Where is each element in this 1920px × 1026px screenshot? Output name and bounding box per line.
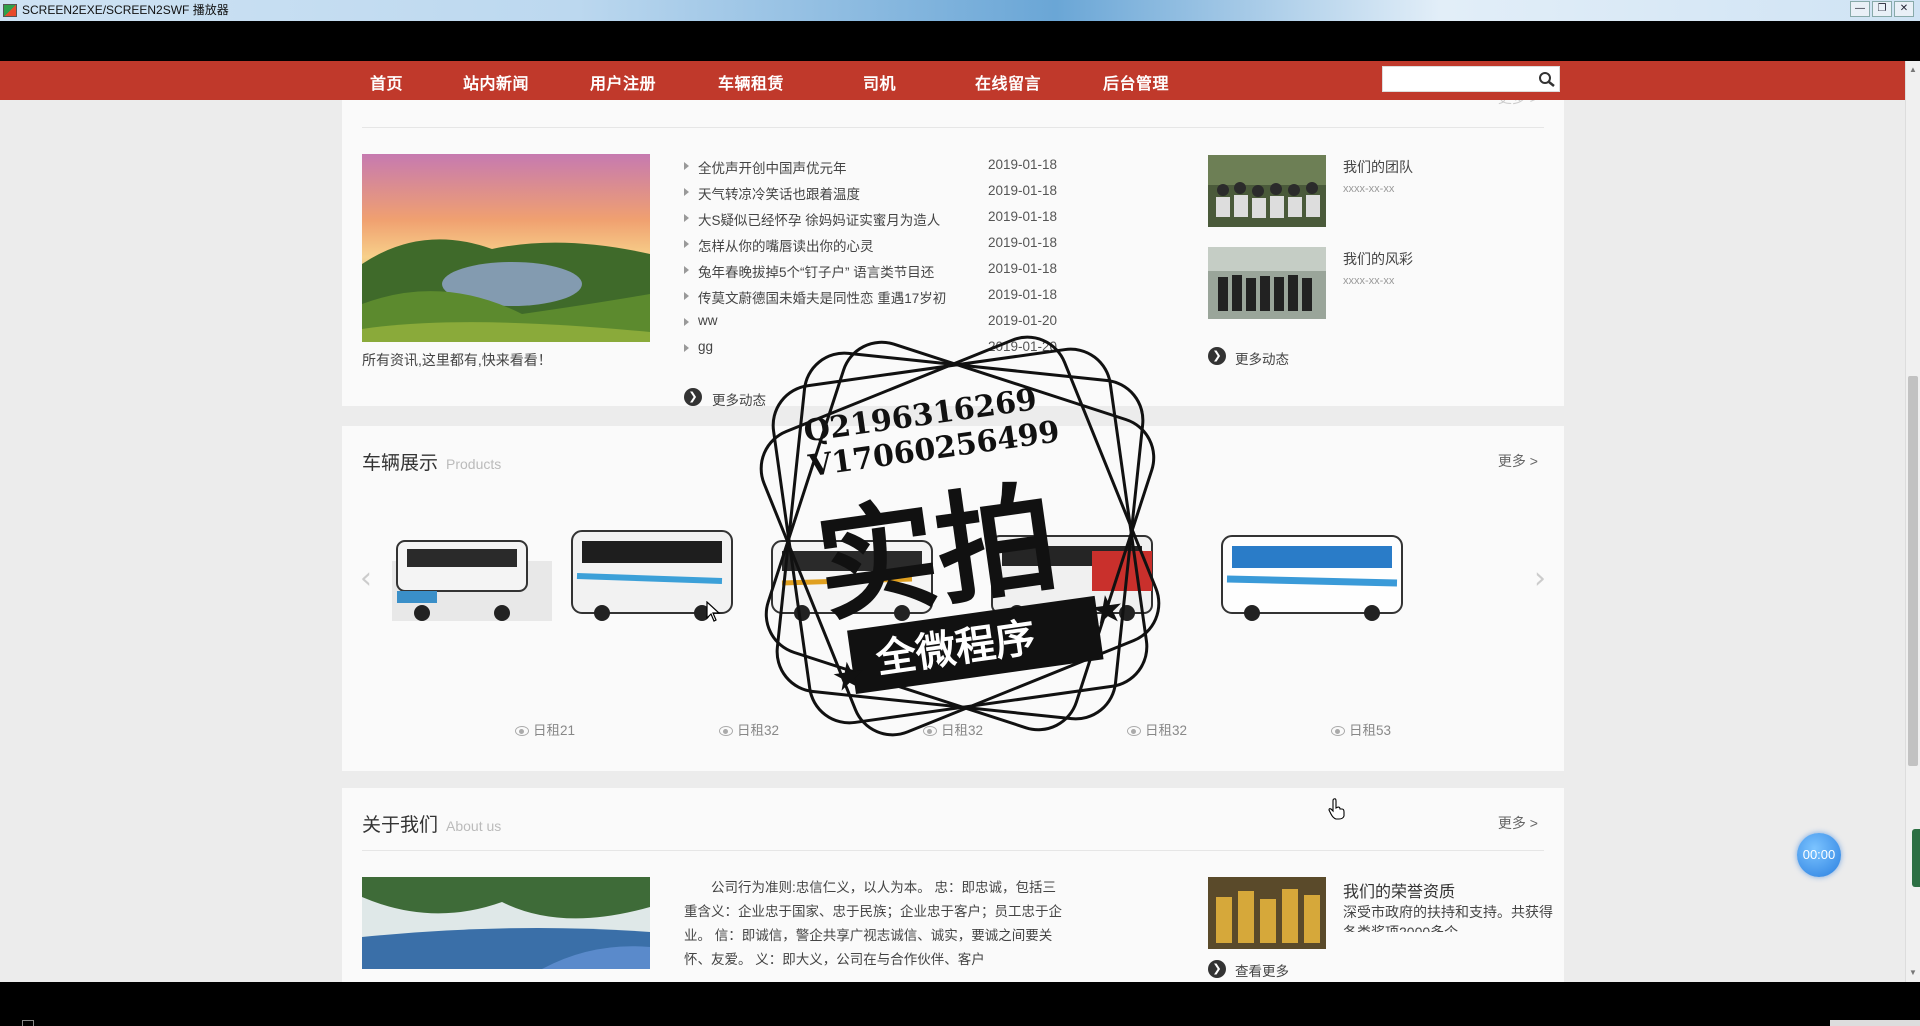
news-image-caption: 所有资讯,这里都有,快来看看！ — [362, 352, 552, 368]
carousel-next-arrow[interactable]: › — [1534, 561, 1546, 596]
chevron-right-icon[interactable]: ❯ — [1208, 347, 1226, 365]
letterbox-bottom — [0, 982, 1920, 1026]
news-list: 全优声开创中国声优元年 2019-01-18 天气转凉冷笑话也跟着温度 2019-0… — [684, 157, 1084, 365]
about-section: 关于我们 About us 更多 > 公司行为准则:忠信仁义，以人为本。 忠：即忠… — [342, 788, 1564, 982]
eye-icon — [1126, 726, 1141, 737]
news-item[interactable]: 传莫文蔚德国未婚夫是同性恋 重遇17岁初 2019-01-18 — [684, 287, 1084, 313]
scroll-down-arrow[interactable]: ▼ — [1906, 966, 1920, 980]
about-title: 关于我们 About us — [362, 814, 502, 836]
browser-viewport: 首页 站内新闻 用户注册 车辆租赁 司机 在线留言 后台管理 更多 > — [0, 61, 1920, 982]
products-more-link[interactable]: 更多 > — [1498, 451, 1538, 471]
news-item[interactable]: 怎样从你的嘴唇读出你的心灵 2019-01-18 — [684, 235, 1084, 261]
search-box — [1382, 66, 1560, 92]
honor-text: 深受市政府的扶持和支持。共获得各类奖项2000多个 — [1343, 904, 1553, 932]
vehicle-card[interactable]: 日租32 — [669, 703, 829, 739]
nav-guestbook[interactable]: 在线留言 — [975, 70, 1041, 94]
vehicle-card[interactable]: 日租32 — [1077, 703, 1237, 739]
nav-admin[interactable]: 后台管理 — [1103, 70, 1169, 94]
style-date: xxxx-xx-xx — [1343, 275, 1395, 287]
news-landscape-image — [362, 154, 650, 342]
recorder-timer[interactable]: 00:00 — [1797, 833, 1841, 877]
products-section: 车辆展示 Products 更多 > ‹ › 日租21 日租32 日租32 日租… — [342, 426, 1564, 771]
news-section: 更多 > 所有资讯,这里都有,快来看看！ 全优声开创中国声优元年2019-01-… — [342, 61, 1564, 409]
window-titlebar: SCREEN2EXE/SCREEN2SWF 播放器 — ❐ ✕ — [0, 0, 1920, 21]
news-divider — [362, 127, 1544, 128]
about-divider — [362, 850, 1544, 851]
about-text: 公司行为准则:忠信仁义，以人为本。 忠：即忠诚，包括三重含义：企业忠于国家、忠于… — [684, 880, 1062, 967]
style-title[interactable]: 我们的风彩 — [1343, 249, 1413, 269]
close-button[interactable]: ✕ — [1894, 1, 1914, 17]
nav-vehicle-rental[interactable]: 车辆租赁 — [718, 70, 784, 94]
main-nav: 首页 站内新闻 用户注册 车辆租赁 司机 在线留言 后台管理 — [0, 61, 1905, 100]
search-icon[interactable] — [1537, 70, 1557, 88]
vehicle-card[interactable]: 日租32 — [873, 703, 1033, 739]
restore-button[interactable]: ❐ — [1872, 1, 1892, 17]
vehicle-card[interactable]: 日租53 — [1281, 703, 1441, 739]
news-item[interactable]: 全优声开创中国声优元年 2019-01-18 — [684, 157, 1084, 183]
corner-glyph — [22, 1020, 34, 1026]
team-date: xxxx-xx-xx — [1343, 183, 1395, 195]
eye-icon — [1330, 726, 1345, 737]
about-landscape-image — [362, 877, 650, 969]
products-title: 车辆展示 Products — [362, 452, 502, 474]
eye-icon — [514, 726, 529, 737]
app-icon — [3, 4, 17, 17]
search-input[interactable] — [1389, 68, 1543, 92]
news-item[interactable]: ww 2019-01-20 — [684, 313, 1084, 339]
team-title[interactable]: 我们的团队 — [1343, 157, 1413, 177]
hand-cursor-icon — [1328, 798, 1345, 820]
honor-photo — [1208, 877, 1326, 949]
recorder-side-widget[interactable] — [1912, 829, 1920, 887]
style-photo — [1208, 247, 1326, 319]
team-photo — [1208, 155, 1326, 227]
eye-icon — [922, 726, 937, 737]
nav-driver[interactable]: 司机 — [863, 70, 896, 94]
news-more-dynamic[interactable]: 更多动态 — [712, 389, 766, 409]
honor-title[interactable]: 我们的荣誉资质 — [1343, 878, 1455, 902]
news-item[interactable]: 大S疑似已经怀孕 徐妈妈证实蜜月为造人 2019-01-18 — [684, 209, 1084, 235]
scroll-thumb[interactable] — [1908, 376, 1918, 766]
news-item[interactable]: gg 2019-01-20 — [684, 339, 1084, 365]
nav-register[interactable]: 用户注册 — [590, 70, 656, 94]
nav-news[interactable]: 站内新闻 — [463, 70, 529, 94]
minimize-button[interactable]: — — [1850, 1, 1870, 17]
vehicle-card[interactable]: 日租21 — [465, 703, 625, 739]
about-more-link[interactable]: 更多 > — [1498, 813, 1538, 833]
right-more-dynamic[interactable]: 更多动态 — [1235, 348, 1289, 368]
chevron-right-icon[interactable]: ❯ — [1208, 960, 1226, 978]
eye-icon — [718, 726, 733, 737]
letterbox-top — [0, 21, 1920, 61]
arrow-cursor-icon — [706, 601, 721, 622]
vehicle-carousel-images — [392, 521, 1414, 631]
chevron-right-icon[interactable]: ❯ — [684, 388, 702, 406]
news-item[interactable]: 天气转凉冷笑话也跟着温度 2019-01-18 — [684, 183, 1084, 209]
window-controls: — ❐ ✕ — [1850, 1, 1914, 17]
taskbar-mark — [1830, 1020, 1920, 1026]
window-title: SCREEN2EXE/SCREEN2SWF 播放器 — [22, 3, 229, 17]
scroll-up-arrow[interactable]: ▲ — [1906, 63, 1920, 77]
honor-see-more[interactable]: 查看更多 — [1235, 960, 1289, 980]
news-item[interactable]: 兔年春晚拔掉5个“钉子户” 语言类节目还 2019-01-18 — [684, 261, 1084, 287]
nav-home[interactable]: 首页 — [370, 70, 403, 94]
carousel-prev-arrow[interactable]: ‹ — [360, 561, 372, 596]
